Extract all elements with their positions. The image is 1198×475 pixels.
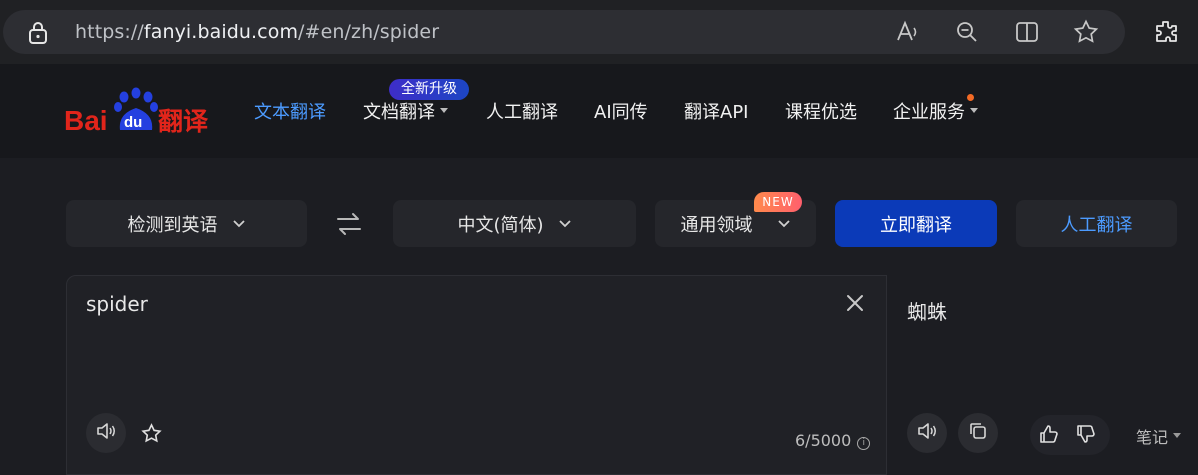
- caret-down-icon: [970, 107, 978, 113]
- result-speaker-button[interactable]: [907, 413, 947, 453]
- url-scheme: https://: [75, 21, 144, 43]
- zoom-out-icon[interactable]: [954, 19, 980, 45]
- logo-text-du: du: [124, 114, 142, 131]
- close-icon[interactable]: [845, 293, 865, 317]
- favorite-star-icon[interactable]: [1073, 19, 1099, 45]
- lock-icon[interactable]: [28, 22, 48, 48]
- upgrade-badge: 全新升级: [389, 79, 469, 100]
- nav-translate-api[interactable]: 翻译API: [684, 98, 748, 124]
- baidu-fanyi-logo[interactable]: Bai du 翻译: [64, 86, 214, 136]
- target-language-label: 中文(简体): [457, 214, 544, 236]
- source-language-label: 检测到英语: [127, 214, 218, 236]
- notes-dropdown[interactable]: 笔记: [1136, 424, 1182, 448]
- nav-document-label: 文档翻译: [363, 102, 435, 123]
- nav-ai-interpretation[interactable]: AI同传: [594, 98, 648, 124]
- speaker-icon: [95, 421, 117, 445]
- nav-enterprise-label: 企业服务: [893, 102, 965, 123]
- chevron-down-icon: [558, 213, 572, 234]
- human-translate-button[interactable]: 人工翻译: [1016, 200, 1177, 247]
- source-speaker-button[interactable]: [86, 413, 126, 453]
- translate-now-button[interactable]: 立即翻译: [835, 200, 997, 247]
- extensions-icon[interactable]: [1153, 19, 1179, 49]
- character-counter: 6/5000 i: [795, 431, 871, 451]
- address-url[interactable]: https://fanyi.baidu.com/#en/zh/spider: [75, 21, 439, 43]
- chevron-down-icon: [777, 213, 791, 234]
- new-badge: NEW: [754, 192, 802, 212]
- nav-document-translate[interactable]: 文档翻译: [363, 98, 448, 124]
- copy-button[interactable]: [958, 413, 998, 453]
- caret-down-icon: [1173, 433, 1182, 438]
- url-host: fanyi.baidu.com: [143, 21, 299, 43]
- nav-text-translate[interactable]: 文本翻译: [254, 98, 326, 124]
- swap-languages-icon[interactable]: [335, 211, 363, 241]
- target-language-select[interactable]: 中文(简体): [393, 200, 636, 247]
- chevron-down-icon: [232, 213, 246, 234]
- logo-text-fanyi: 翻译: [158, 107, 209, 136]
- speaker-icon: [916, 421, 938, 445]
- source-language-select[interactable]: 检测到英语: [66, 200, 307, 247]
- domain-label: 通用领域: [680, 214, 753, 236]
- split-screen-icon[interactable]: [1014, 19, 1040, 45]
- source-text-input[interactable]: spider: [86, 292, 148, 316]
- logo-text-bai: Bai: [64, 105, 108, 136]
- url-path: /#en/zh/spider: [298, 21, 440, 43]
- translation-result: 蜘蛛: [907, 300, 947, 324]
- thumbs-down-icon[interactable]: [1076, 424, 1096, 448]
- thumbs-up-icon[interactable]: [1039, 424, 1059, 448]
- nav-human-translate[interactable]: 人工翻译: [486, 98, 558, 124]
- source-text-panel[interactable]: [66, 275, 887, 475]
- nav-courses[interactable]: 课程优选: [785, 98, 857, 124]
- nav-enterprise-services[interactable]: 企业服务: [893, 98, 978, 124]
- counter-text: 6/5000: [795, 431, 852, 450]
- read-aloud-icon[interactable]: [895, 19, 921, 45]
- notes-label: 笔记: [1136, 428, 1169, 447]
- favorite-star-icon[interactable]: [141, 423, 162, 448]
- notification-dot: [967, 94, 974, 101]
- caret-down-icon: [440, 107, 448, 113]
- copy-icon: [968, 421, 988, 445]
- info-icon[interactable]: i: [857, 437, 871, 450]
